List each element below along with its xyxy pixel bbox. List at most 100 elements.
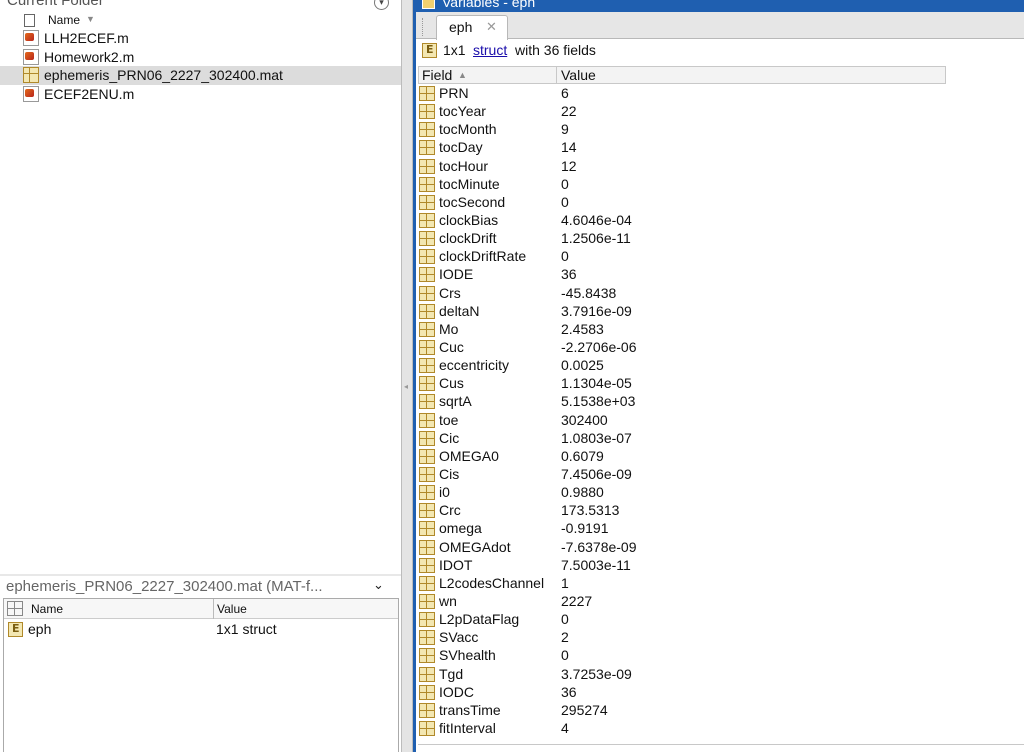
- close-icon[interactable]: ✕: [486, 19, 497, 35]
- variable-row[interactable]: eph 1x1 struct: [4, 619, 398, 639]
- field-column-header[interactable]: Field: [422, 67, 452, 83]
- file-item[interactable]: Homework2.m: [0, 48, 401, 67]
- file-item[interactable]: ephemeris_PRN06_2227_302400.mat: [0, 66, 401, 85]
- field-row[interactable]: Cuc -2.2706e-06: [418, 338, 946, 356]
- field-value[interactable]: 22: [561, 103, 577, 119]
- tab-label[interactable]: eph: [449, 19, 472, 35]
- field-name: clockBias: [439, 211, 499, 228]
- field-value[interactable]: 12: [561, 158, 577, 174]
- file-list-header[interactable]: Name ▼: [0, 12, 401, 29]
- field-row[interactable]: fitInterval 4: [418, 719, 946, 737]
- field-row[interactable]: tocSecond 0: [418, 193, 946, 211]
- field-row[interactable]: Tgd 3.7253e-09: [418, 665, 946, 683]
- field-value[interactable]: 0.0025: [561, 357, 604, 373]
- field-name: fitInterval: [439, 719, 496, 736]
- field-value[interactable]: 4.6046e-04: [561, 212, 632, 228]
- field-row[interactable]: tocMonth 9: [418, 120, 946, 138]
- column-divider[interactable]: [213, 599, 214, 619]
- field-row[interactable]: Cic 1.0803e-07: [418, 429, 946, 447]
- field-name: tocHour: [439, 157, 489, 174]
- field-value[interactable]: 0.9880: [561, 484, 604, 500]
- value-column-header[interactable]: Value: [217, 602, 247, 616]
- field-row[interactable]: Crs -45.8438: [418, 284, 946, 302]
- field-row[interactable]: tocDay 14: [418, 138, 946, 156]
- field-value[interactable]: -0.9191: [561, 520, 608, 536]
- field-value[interactable]: 0.6079: [561, 448, 604, 464]
- field-value[interactable]: 7.4506e-09: [561, 466, 632, 482]
- field-row[interactable]: wn 2227: [418, 592, 946, 610]
- variables-titlebar: Variables - eph: [416, 0, 1024, 12]
- field-value[interactable]: 0: [561, 647, 569, 663]
- field-value[interactable]: 2227: [561, 593, 592, 609]
- field-value[interactable]: 1.0803e-07: [561, 430, 632, 446]
- name-column-header[interactable]: Name: [31, 602, 63, 616]
- field-row[interactable]: clockDrift 1.2506e-11: [418, 229, 946, 247]
- field-row[interactable]: IDOT 7.5003e-11: [418, 556, 946, 574]
- file-item[interactable]: LLH2ECEF.m: [0, 29, 401, 48]
- field-row[interactable]: tocMinute 0: [418, 175, 946, 193]
- field-value[interactable]: 1.1304e-05: [561, 375, 632, 391]
- field-row[interactable]: SVhealth 0: [418, 646, 946, 664]
- field-value[interactable]: 14: [561, 139, 577, 155]
- field-value[interactable]: 3.7253e-09: [561, 666, 632, 682]
- file-item[interactable]: ECEF2ENU.m: [0, 85, 401, 104]
- field-row[interactable]: IODE 36: [418, 265, 946, 283]
- field-row[interactable]: OMEGA0 0.6079: [418, 447, 946, 465]
- field-value[interactable]: 1: [561, 575, 569, 591]
- field-value[interactable]: -7.6378e-09: [561, 539, 637, 555]
- field-row[interactable]: clockDriftRate 0: [418, 247, 946, 265]
- field-row[interactable]: eccentricity 0.0025: [418, 356, 946, 374]
- field-value[interactable]: 173.5313: [561, 502, 619, 518]
- tab-grip-icon[interactable]: [422, 18, 426, 36]
- field-value[interactable]: 2.4583: [561, 321, 604, 337]
- field-value[interactable]: 9: [561, 121, 569, 137]
- field-row[interactable]: PRN 6: [418, 84, 946, 102]
- field-row[interactable]: Cis 7.4506e-09: [418, 465, 946, 483]
- field-row[interactable]: omega -0.9191: [418, 519, 946, 537]
- field-row[interactable]: i0 0.9880: [418, 483, 946, 501]
- field-row[interactable]: tocYear 22: [418, 102, 946, 120]
- panel-divider[interactable]: ◂: [401, 0, 413, 752]
- field-row[interactable]: toe 302400: [418, 411, 946, 429]
- field-row[interactable]: Mo 2.4583: [418, 320, 946, 338]
- column-divider[interactable]: [556, 67, 557, 84]
- field-value[interactable]: 7.5003e-11: [561, 557, 631, 573]
- tab-eph[interactable]: eph ✕: [436, 15, 508, 40]
- field-row[interactable]: Cus 1.1304e-05: [418, 374, 946, 392]
- drag-handle-icon[interactable]: ◂: [404, 382, 408, 391]
- field-value[interactable]: 5.1538e+03: [561, 393, 635, 409]
- field-row[interactable]: transTime 295274: [418, 701, 946, 719]
- field-row[interactable]: IODC 36: [418, 683, 946, 701]
- field-value[interactable]: 0: [561, 248, 569, 264]
- field-value[interactable]: 0: [561, 176, 569, 192]
- field-row[interactable]: sqrtA 5.1538e+03: [418, 392, 946, 410]
- field-value[interactable]: 0: [561, 194, 569, 210]
- field-value[interactable]: 0: [561, 611, 569, 627]
- numeric-field-icon: [419, 648, 435, 664]
- field-value[interactable]: 2: [561, 629, 569, 645]
- field-row[interactable]: L2codesChannel 1: [418, 574, 946, 592]
- field-value[interactable]: 1.2506e-11: [561, 230, 631, 246]
- field-value[interactable]: -45.8438: [561, 285, 616, 301]
- struct-link[interactable]: struct: [473, 42, 507, 58]
- value-column-header[interactable]: Value: [561, 67, 596, 83]
- field-name: tocSecond: [439, 193, 506, 210]
- field-value[interactable]: 302400: [561, 412, 608, 428]
- field-value[interactable]: 4: [561, 720, 569, 736]
- chevron-down-icon[interactable]: ⌄: [373, 577, 384, 593]
- field-value[interactable]: 36: [561, 266, 577, 282]
- name-column-header[interactable]: Name: [48, 13, 80, 27]
- field-value[interactable]: 36: [561, 684, 577, 700]
- panel-actions-icon[interactable]: ▾: [374, 0, 389, 10]
- field-value[interactable]: 295274: [561, 702, 608, 718]
- field-row[interactable]: deltaN 3.7916e-09: [418, 302, 946, 320]
- field-row[interactable]: L2pDataFlag 0: [418, 610, 946, 628]
- field-value[interactable]: 3.7916e-09: [561, 303, 632, 319]
- field-row[interactable]: Crc 173.5313: [418, 501, 946, 519]
- field-row[interactable]: SVacc 2: [418, 628, 946, 646]
- field-value[interactable]: 6: [561, 85, 569, 101]
- field-value[interactable]: -2.2706e-06: [561, 339, 637, 355]
- field-row[interactable]: tocHour 12: [418, 157, 946, 175]
- field-row[interactable]: clockBias 4.6046e-04: [418, 211, 946, 229]
- field-row[interactable]: OMEGAdot -7.6378e-09: [418, 538, 946, 556]
